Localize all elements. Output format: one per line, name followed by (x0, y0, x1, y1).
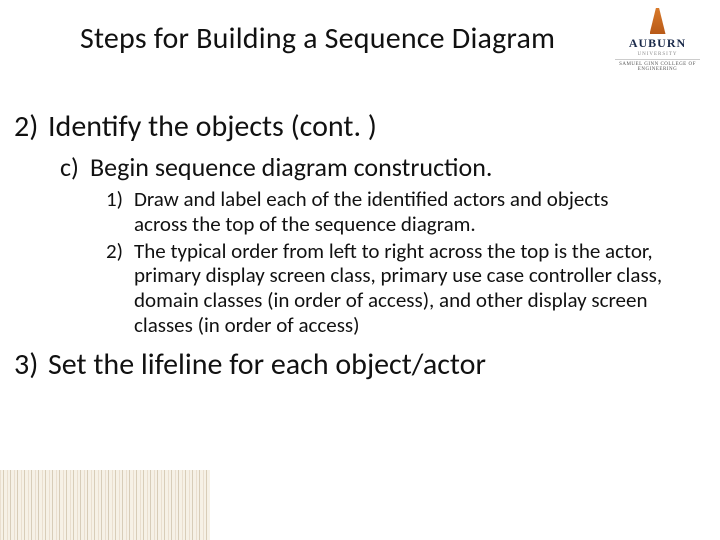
logo-university: AUBURN (615, 36, 700, 51)
slide-title: Steps for Building a Sequence Diagram (80, 20, 555, 57)
outline-item-2c: c) Begin sequence diagram construction. (60, 151, 690, 183)
university-logo: AUBURN UNIVERSITY SAMUEL GINN COLLEGE OF… (615, 8, 700, 72)
list-text: Draw and label each of the identified ac… (134, 187, 664, 237)
list-number: 1) (106, 187, 134, 237)
list-text: The typical order from left to right acr… (134, 239, 664, 338)
outline-item-3: 3) Set the lifeline for each object/acto… (14, 346, 690, 383)
outline-item-2c2: 2) The typical order from left to right … (106, 239, 690, 338)
list-text: Set the lifeline for each object/actor (48, 346, 486, 383)
slide-body: 2) Identify the objects (cont. ) c) Begi… (14, 108, 690, 389)
logo-divider (615, 59, 700, 60)
decorative-stripes (0, 470, 210, 540)
outline-item-2: 2) Identify the objects (cont. ) (14, 108, 690, 145)
tower-icon (650, 8, 666, 34)
outline-item-2c1: 1) Draw and label each of the identified… (106, 187, 690, 237)
list-text: Begin sequence diagram construction. (90, 151, 492, 183)
list-text: Identify the objects (cont. ) (48, 108, 377, 145)
list-number: 3) (14, 346, 48, 383)
logo-subline-2: SAMUEL GINN COLLEGE OF ENGINEERING (615, 62, 700, 72)
list-number: 2) (106, 239, 134, 338)
list-number: 2) (14, 108, 48, 145)
logo-subline-1: UNIVERSITY (615, 52, 700, 57)
slide: Steps for Building a Sequence Diagram AU… (0, 0, 720, 540)
list-number: c) (60, 151, 90, 183)
